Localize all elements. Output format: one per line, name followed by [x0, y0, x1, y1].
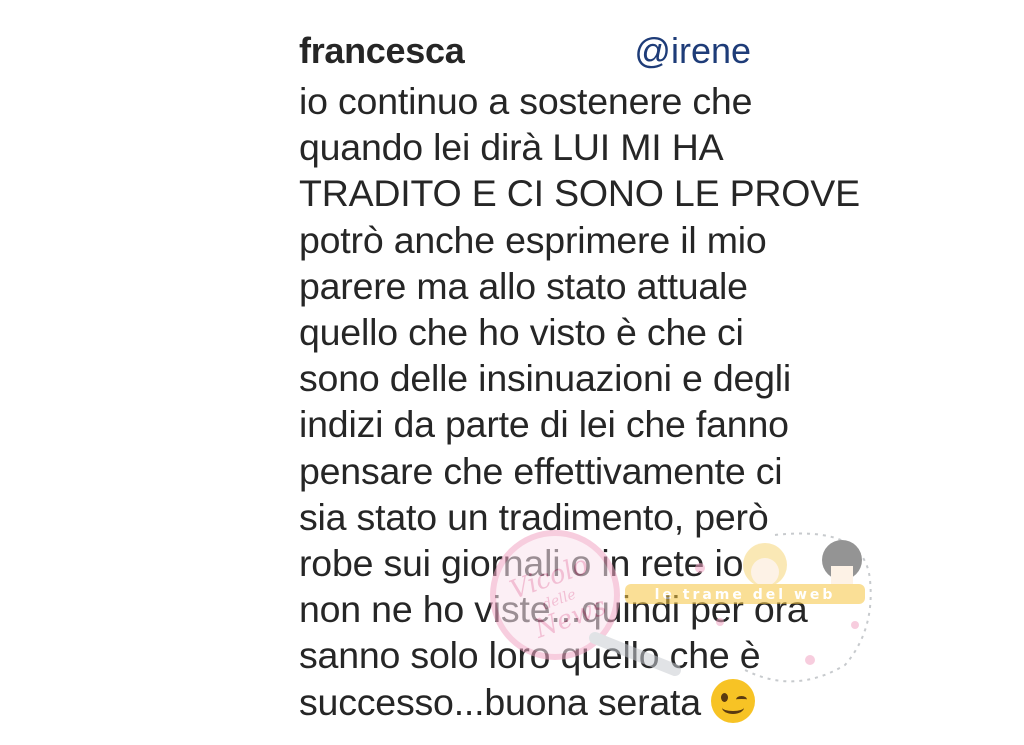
comment-header: francesca @irene	[299, 30, 859, 78]
comment-line: sono delle insinuazioni e degli	[299, 357, 792, 400]
comment-line: io continuo a sostenere che	[299, 80, 753, 122]
comment-line: non ne ho viste...quindi per ora	[299, 588, 808, 631]
comment-line-text: successo...buona serata	[299, 680, 701, 723]
comment-mention[interactable]: @irene	[634, 30, 751, 72]
comment-line: quando lei dirà LUI MI HA	[299, 126, 724, 169]
comment-line: sia stato un tradimento, però	[299, 495, 769, 538]
comment-username[interactable]: francesca	[299, 30, 465, 72]
winking-face-emoji-icon	[710, 678, 755, 723]
comment-line: pensare che effettivamente ci	[299, 449, 783, 492]
comment-line: robe sui giornali o in rete io	[299, 542, 744, 585]
comment-line: parere ma allo stato attuale	[299, 264, 748, 307]
comment-line-last: successo...buona serata	[299, 678, 859, 725]
comment-line: potrò anche esprimere il mio	[299, 218, 767, 261]
comment-text: io continuo a sostenere che quando lei d…	[299, 78, 860, 725]
comment-line: sanno solo loro quello che è	[299, 634, 761, 677]
instagram-comment: francesca @irene io continuo a sostenere…	[299, 30, 860, 725]
comment-line: indizi da parte di lei che fanno	[299, 403, 789, 446]
comment-line: TRADITO E CI SONO LE PROVE	[299, 172, 860, 215]
comment-line: quello che ho visto è che ci	[299, 311, 744, 354]
